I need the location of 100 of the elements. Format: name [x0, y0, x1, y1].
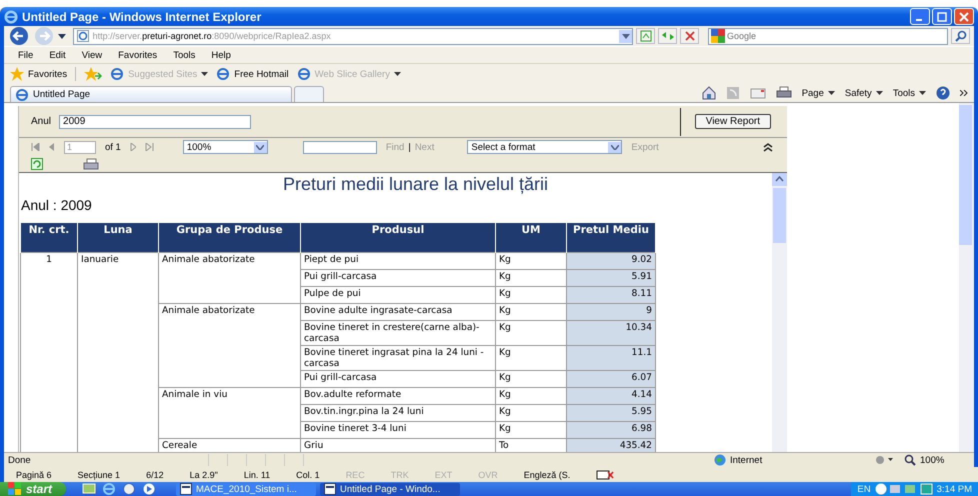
column-header: Pretul Mediu — [566, 222, 656, 252]
favorites-link[interactable]: Free Hotmail — [216, 67, 289, 81]
maximize-button[interactable] — [932, 8, 952, 25]
star-icon — [10, 67, 24, 81]
table-cell: 435.42 — [566, 438, 656, 452]
tray-icons-drawing[interactable] — [874, 483, 933, 495]
table-cell: 8.11 — [566, 286, 656, 304]
status-item: Col. 1 — [296, 470, 320, 480]
command-menu[interactable]: Tools — [892, 88, 926, 98]
column-header: Nr. crt. — [20, 222, 78, 252]
browser-tab[interactable]: Untitled Page — [10, 86, 292, 102]
close-button[interactable] — [954, 8, 974, 25]
search-provider-icon[interactable] — [710, 29, 725, 43]
table-cell: Ianuarie — [78, 252, 158, 452]
next-page-icon[interactable] — [130, 143, 136, 151]
command-menu[interactable]: Page — [802, 88, 835, 98]
table-cell: Pulpe de pui — [300, 286, 496, 304]
table-cell: Bovine adulte ingrasate-carcasa — [300, 304, 496, 320]
status-item: 6/12 — [146, 470, 164, 480]
stop-button[interactable] — [680, 28, 699, 44]
table-cell: 9 — [566, 304, 656, 320]
report-title: Preturi medii lunare la nivelul țării — [282, 174, 550, 195]
table-cell: 6.98 — [566, 422, 656, 439]
table-cell: Kg — [496, 252, 566, 270]
table-cell: Bov.tin.ingr.pina la 24 luni — [300, 404, 496, 422]
previous-page-icon[interactable] — [49, 143, 55, 151]
report-subtitle: Anul : 2009 — [21, 197, 93, 213]
last-page-icon[interactable] — [144, 143, 154, 151]
refresh-button[interactable] — [658, 28, 678, 44]
search-button[interactable] — [951, 28, 970, 44]
security-zone: Internet — [714, 454, 874, 466]
close-icon — [684, 30, 696, 42]
home-icon[interactable] — [702, 86, 716, 100]
zoom-button[interactable]: 100% — [904, 454, 974, 466]
status-item: Engleză (S. — [524, 470, 570, 480]
taskbar-button[interactable]: Untitled Page - Windo... — [320, 482, 460, 496]
scroll-thumb[interactable] — [959, 105, 972, 245]
table-cell: 10.34 — [566, 320, 656, 346]
close-icon — [959, 12, 969, 22]
table-cell: 5.95 — [566, 404, 656, 422]
page-icon — [110, 67, 124, 81]
table-cell: 5.91 — [566, 270, 656, 286]
scrollbar[interactable] — [959, 103, 974, 452]
menu-item[interactable]: View — [74, 50, 110, 60]
language-indicator[interactable]: EN — [857, 484, 871, 494]
back-button[interactable] — [8, 26, 30, 46]
table-cell: Bovine tineret 3-4 luni — [300, 422, 496, 439]
desktop-icon[interactable] — [82, 482, 96, 496]
command-menu[interactable]: Safety — [844, 88, 883, 98]
table-cell: 1 — [20, 252, 78, 452]
status-text: Done — [8, 454, 32, 466]
zoom-dropdown[interactable]: 100% — [182, 140, 268, 154]
status-item: Secțiune 1 — [78, 470, 120, 480]
caret-icon — [876, 91, 883, 95]
favorites-button[interactable]: Favorites — [10, 67, 68, 81]
scroll-thumb[interactable] — [773, 188, 786, 243]
printer-icon[interactable] — [776, 86, 792, 100]
minimize-button[interactable] — [910, 8, 930, 25]
menu-item[interactable]: Help — [203, 50, 239, 60]
search-box[interactable]: Google — [708, 28, 948, 44]
table-cell: 9.02 — [566, 252, 656, 270]
table-cell: 11.1 — [566, 346, 656, 371]
window-icon — [180, 483, 192, 495]
find-field[interactable] — [302, 140, 377, 154]
printer-icon[interactable] — [83, 158, 99, 170]
table-cell: Kg — [496, 370, 566, 388]
status-item: Lin. 11 — [244, 470, 270, 480]
menu-item[interactable]: File — [10, 50, 42, 60]
dropdown-arrow-icon[interactable] — [58, 34, 66, 38]
first-page-icon[interactable] — [31, 143, 40, 151]
mail-icon[interactable] — [750, 87, 766, 99]
status-item: OVR — [478, 470, 498, 480]
chevron-icon[interactable] — [960, 90, 968, 96]
column-header: Grupa de Produse — [158, 222, 300, 252]
status-item: EXT — [434, 470, 452, 480]
help-icon[interactable] — [936, 86, 950, 100]
separator-text: | — [408, 142, 411, 152]
compatibility-button[interactable] — [636, 28, 656, 44]
menu-item[interactable]: Tools — [165, 50, 204, 60]
magnifier-icon — [904, 454, 916, 466]
caret-icon — [919, 91, 926, 95]
page-count: of 1 — [105, 142, 121, 152]
menu-item[interactable]: Favorites — [110, 50, 166, 60]
scrollbar[interactable] — [772, 173, 787, 452]
scroll-up-icon[interactable] — [772, 173, 787, 186]
year-field[interactable]: 2009 — [59, 114, 252, 128]
collapse-icon[interactable] — [763, 142, 773, 152]
view-report-button[interactable]: View Report — [694, 114, 771, 129]
column-header: Produsul — [300, 222, 496, 252]
browser-icon[interactable] — [102, 482, 116, 496]
media-icon[interactable] — [142, 482, 156, 496]
caret-icon — [610, 144, 619, 150]
add-favorite-icon[interactable] — [84, 67, 102, 81]
taskbar-button[interactable]: MACE_2010_Sistem i... — [176, 482, 316, 496]
menu-item[interactable]: Edit — [41, 50, 74, 60]
window-icon — [324, 483, 336, 495]
minimize-icon — [916, 18, 922, 20]
refresh-icon[interactable] — [31, 158, 43, 170]
format-dropdown[interactable]: Select a format — [467, 140, 622, 154]
address-field[interactable]: http://server.preturi-agronet.ro:8090/webprice/RapIea2.aspx — [72, 28, 634, 44]
